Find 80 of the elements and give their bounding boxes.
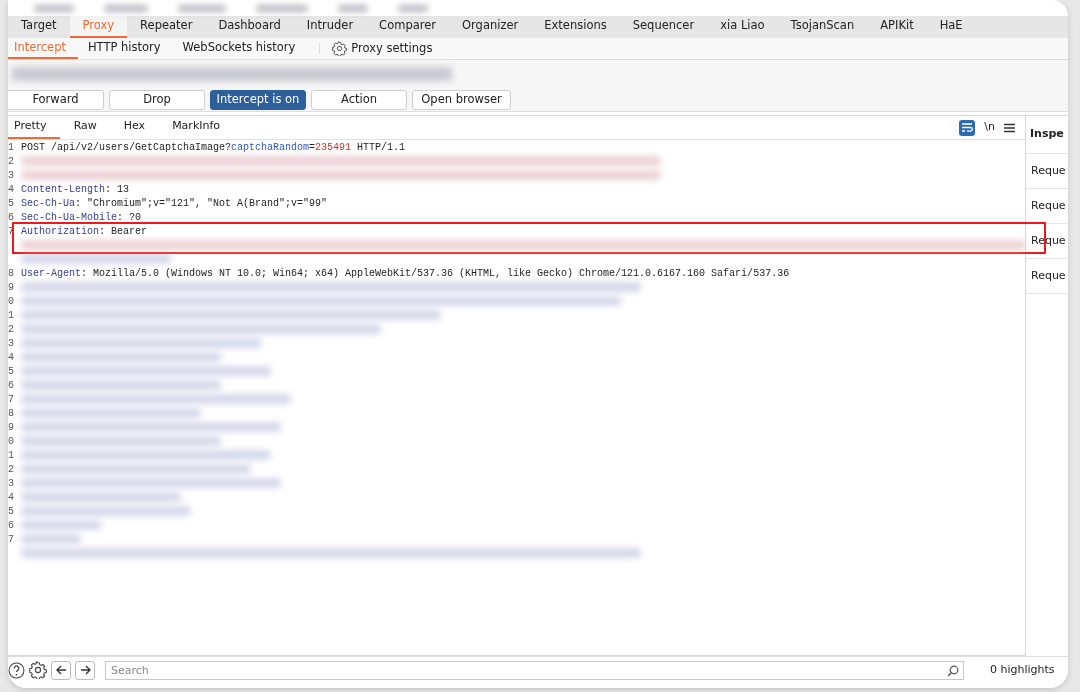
tab[interactable]: Comparer	[366, 16, 449, 38]
line-number: 1	[8, 448, 15, 463]
blurred-text	[338, 4, 368, 12]
action-button[interactable]: Action	[311, 89, 407, 110]
tab[interactable]: APIKit	[867, 16, 927, 38]
tab[interactable]: Target	[8, 16, 70, 38]
blurred-text	[21, 534, 81, 544]
blurred-text	[398, 4, 428, 12]
tab[interactable]: WebSockets history	[176, 38, 308, 59]
line-number: 2	[8, 322, 15, 337]
tab[interactable]: Hex	[117, 116, 159, 139]
arrow-right-icon	[79, 665, 91, 675]
back-button[interactable]	[51, 660, 71, 680]
search-field[interactable]: Search	[105, 660, 964, 680]
menu-icon[interactable]	[1004, 122, 1015, 133]
settings-icon	[332, 41, 348, 56]
newline-toggle[interactable]: \n	[984, 119, 995, 136]
tab[interactable]: xia Liao	[707, 16, 778, 38]
search-icon	[947, 664, 959, 677]
tab[interactable]: MarkInfo	[166, 116, 234, 139]
line-number: 6	[8, 378, 15, 393]
code-line: Content-Length: 13	[21, 182, 130, 197]
inspector-item[interactable]: Reque	[1026, 189, 1068, 224]
line-number: 1	[8, 308, 15, 323]
line-number: 2	[8, 462, 15, 477]
code-line: Sec-Ch-Ua-Mobile: ?0	[21, 210, 142, 225]
tab[interactable]: Dashboard	[205, 16, 294, 38]
tab[interactable]: Raw	[67, 116, 110, 139]
line-number: 3	[8, 336, 15, 351]
line-number: 7	[8, 532, 15, 547]
blurred-text	[256, 4, 308, 12]
action-button[interactable]: Drop	[109, 89, 205, 110]
code-line: POST /api/v2/users/GetCaptchaImage?captchaRandom=235491 HTTP/1.1	[21, 140, 406, 155]
line-number: 9	[8, 280, 15, 295]
blurred-text	[178, 4, 226, 12]
panel-title: Inspe	[1026, 116, 1068, 154]
settings-icon[interactable]	[29, 661, 47, 679]
line-number: 5	[8, 504, 15, 519]
line-number: 6	[8, 210, 15, 225]
code-line: User-Agent: Mozilla/5.0 (Windows NT 10.0; Win64; x64) AppleWebKit/537.36 (KHTML, like Gecko) Chrome/121.0.6167.160 Safari/537.36	[21, 266, 790, 281]
highlight-count: 0 highlights	[989, 661, 1056, 678]
tab[interactable]: Intruder	[293, 16, 367, 38]
line-number: 5	[8, 196, 15, 211]
tab[interactable]: Organizer	[449, 16, 532, 38]
line-number: 8	[8, 406, 15, 421]
help-icon[interactable]	[8, 661, 25, 679]
line-number: 5	[8, 364, 15, 379]
line-number: 0	[8, 434, 15, 449]
action-button[interactable]: Open browser	[412, 89, 511, 110]
line-number: 4	[8, 182, 15, 197]
tab[interactable]: Extensions	[531, 16, 620, 38]
line-number: 6	[8, 518, 15, 533]
line-number: 4	[8, 350, 15, 365]
arrow-left-icon	[55, 665, 67, 675]
proxy-settings-link[interactable]: Proxy settings	[328, 38, 437, 59]
line-number: 3	[8, 476, 15, 491]
inspector-item[interactable]: Reque	[1026, 259, 1068, 294]
tab[interactable]: Pretty	[8, 116, 60, 139]
tab[interactable]: Repeater	[127, 16, 206, 38]
wrap-icon[interactable]	[959, 119, 976, 136]
tab[interactable]: Sequencer	[619, 16, 708, 38]
code-line: Sec-Ch-Ua: "Chromium";v="121", "Not A(Brand";v="99"	[21, 196, 328, 211]
line-number: 3	[8, 168, 15, 183]
tab[interactable]: HTTP history	[81, 38, 173, 59]
line-number: 1	[8, 140, 15, 155]
blurred-text	[34, 4, 74, 12]
inspector-item[interactable]: Reque	[1026, 154, 1068, 189]
line-number: 8	[8, 266, 15, 281]
tab[interactable]: HaE	[926, 16, 976, 38]
line-number: 7	[8, 392, 15, 407]
action-button[interactable]: Forward	[8, 89, 104, 110]
code-line: Authorization: Bearer	[21, 224, 148, 239]
line-number: 4	[8, 490, 15, 505]
line-number: 9	[8, 420, 15, 435]
blurred-text	[104, 4, 148, 12]
line-number: 2	[8, 154, 15, 169]
tab[interactable]: TsojanScan	[777, 16, 868, 38]
action-button[interactable]: Intercept is on	[210, 89, 306, 110]
line-number: 0	[8, 294, 15, 309]
forward-button[interactable]	[75, 660, 95, 680]
